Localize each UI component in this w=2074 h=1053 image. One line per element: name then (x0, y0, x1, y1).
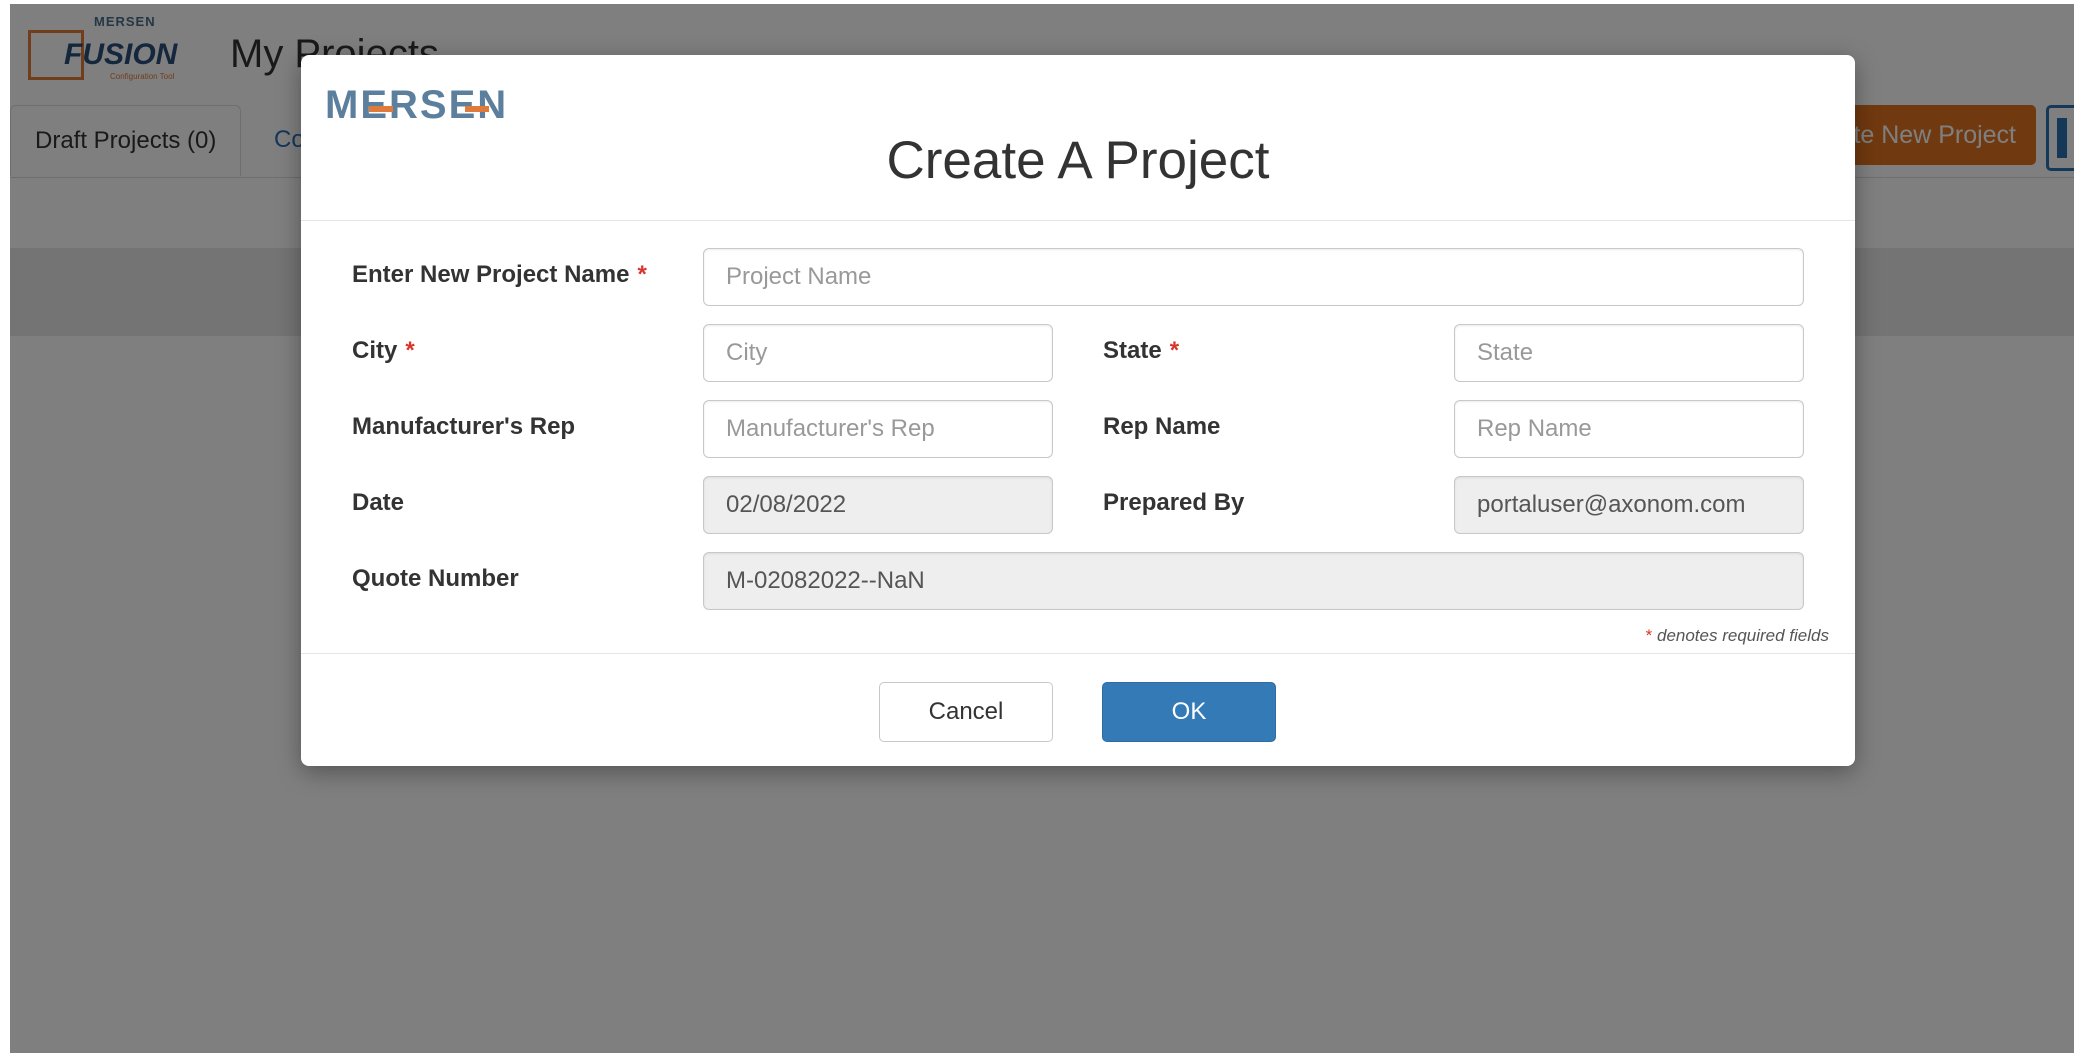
ok-button[interactable]: OK (1102, 682, 1276, 742)
required-note-text: denotes required fields (1652, 626, 1829, 645)
cancel-button[interactable]: Cancel (879, 682, 1053, 742)
state-label: State * (1103, 336, 1179, 366)
quote-number-label: Quote Number (352, 565, 519, 592)
manufacturers-rep-label: Manufacturer's Rep (352, 413, 576, 440)
left-strip (0, 0, 10, 1053)
required-asterisk: * (405, 337, 415, 364)
city-label: City * (352, 336, 415, 366)
project-name-input[interactable] (703, 248, 1804, 306)
required-fields-note: * denotes required fields (1646, 626, 1829, 646)
project-name-label: Enter New Project Name * (352, 260, 647, 290)
prepared-by-label: Prepared By (1103, 489, 1245, 516)
quote-number-field (703, 552, 1804, 610)
city-label-text: City (352, 337, 398, 364)
top-strip-overlay (0, 0, 2074, 4)
modal-header: MERSEN Create A Project (301, 55, 1855, 221)
svg-text:MERSEN: MERSEN (325, 83, 508, 127)
date-field (703, 476, 1053, 534)
city-input[interactable] (703, 324, 1053, 382)
prepared-by-field (1454, 476, 1804, 534)
required-asterisk: * (1169, 337, 1180, 364)
state-input[interactable] (1454, 324, 1804, 382)
manufacturers-rep-input[interactable] (703, 400, 1053, 458)
modal-footer: Cancel OK (301, 653, 1855, 767)
state-label-text: State (1103, 337, 1162, 364)
required-asterisk: * (637, 261, 647, 288)
create-project-modal: MERSEN Create A Project Enter New Projec… (301, 55, 1855, 766)
rep-name-input[interactable] (1454, 400, 1804, 458)
date-label: Date (352, 489, 405, 516)
project-name-label-text: Enter New Project Name (352, 261, 630, 288)
rep-name-label: Rep Name (1103, 413, 1221, 440)
modal-title: Create A Project (886, 131, 1270, 190)
